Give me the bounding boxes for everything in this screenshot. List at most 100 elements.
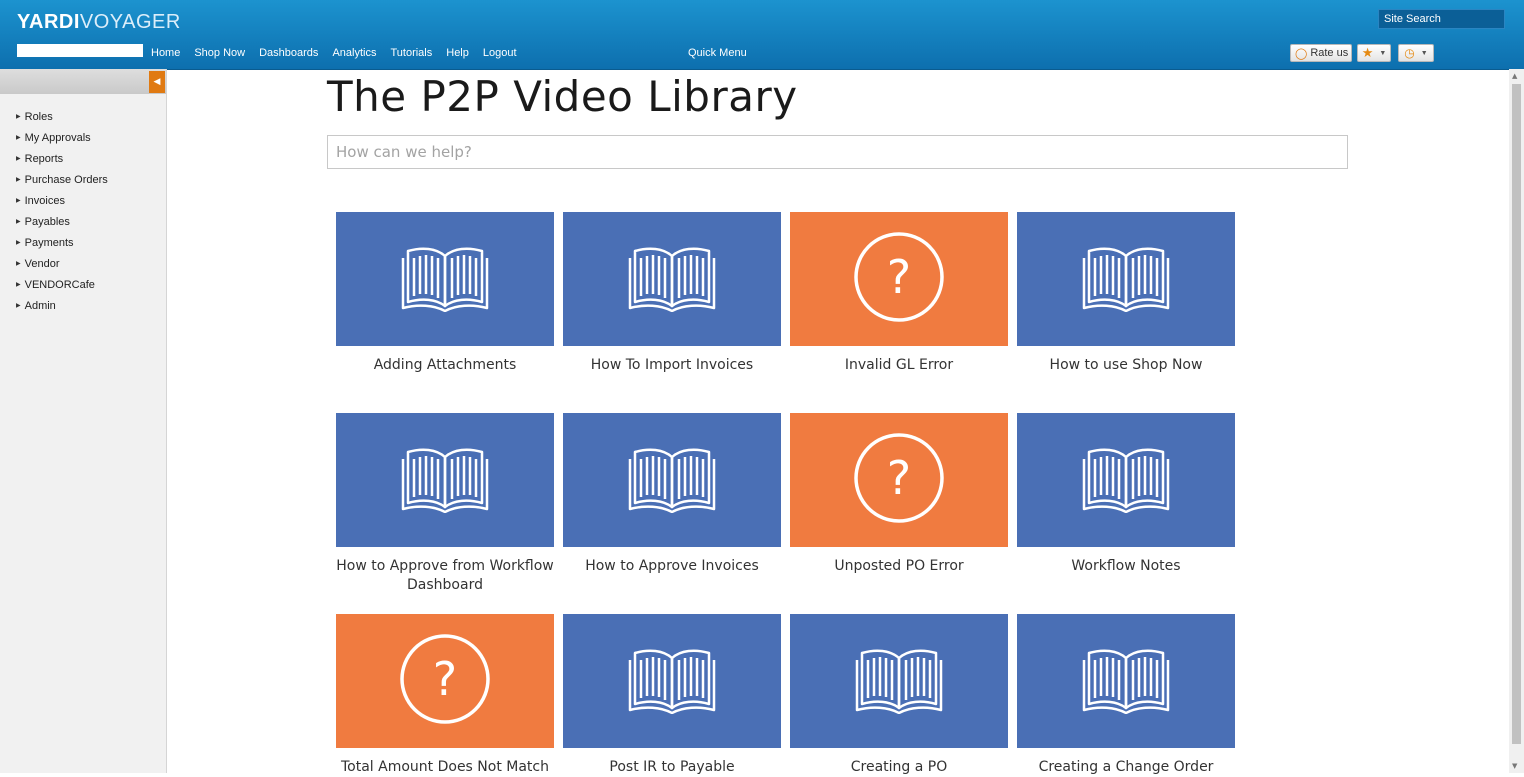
video-thumbnail[interactable] <box>1017 212 1235 346</box>
sidebar-item-purchase-orders[interactable]: ▶ Purchase Orders <box>16 174 108 195</box>
site-search-input[interactable]: Site Search <box>1378 9 1505 29</box>
nav-analytics[interactable]: Analytics <box>332 47 376 59</box>
video-thumbnail[interactable]: ? <box>790 413 1008 547</box>
video-card[interactable]: How to use Shop Now <box>1017 212 1235 375</box>
svg-text:?: ? <box>887 250 911 304</box>
video-card[interactable]: Creating a PO <box>790 614 1008 777</box>
video-thumbnail[interactable] <box>563 212 781 346</box>
video-card-title[interactable]: How to use Shop Now <box>1017 356 1235 375</box>
top-header: YARDIVOYAGER Home Shop Now Dashboards An… <box>0 0 1524 70</box>
chevron-down-icon: ▼ <box>1420 49 1428 57</box>
nav-tutorials[interactable]: Tutorials <box>390 47 432 59</box>
book-icon <box>1081 443 1171 517</box>
sidebar-item-my-approvals[interactable]: ▶ My Approvals <box>16 132 108 153</box>
video-thumbnail[interactable] <box>563 614 781 748</box>
favorites-button[interactable]: ★ ▼ <box>1357 44 1391 62</box>
video-card[interactable]: How To Import Invoices <box>563 212 781 375</box>
vertical-scrollbar[interactable]: ▲ ▼ <box>1509 69 1524 773</box>
video-card[interactable]: Post IR to Payable <box>563 614 781 777</box>
triangle-right-icon: ▶ <box>16 261 21 267</box>
help-search-input[interactable] <box>327 135 1348 169</box>
collapse-sidebar-button[interactable]: ◀ <box>149 71 165 93</box>
main-nav: Home Shop Now Dashboards Analytics Tutor… <box>151 47 531 59</box>
property-selector-input[interactable] <box>17 44 143 57</box>
video-card-title[interactable]: Invalid GL Error <box>790 356 1008 375</box>
chevron-left-icon: ◀ <box>153 77 161 87</box>
video-card-title[interactable]: Adding Attachments <box>336 356 554 375</box>
rate-us-label: Rate us <box>1310 47 1349 59</box>
book-icon <box>627 443 717 517</box>
book-icon <box>400 242 490 316</box>
video-card[interactable]: How to Approve from Workflow Dashboard <box>336 413 554 595</box>
rate-us-button[interactable]: ◯ Rate us <box>1290 44 1352 62</box>
video-card-title[interactable]: How To Import Invoices <box>563 356 781 375</box>
nav-home[interactable]: Home <box>151 47 180 59</box>
video-card[interactable]: ? Invalid GL Error <box>790 212 1008 375</box>
scrollbar-thumb[interactable] <box>1512 84 1521 744</box>
triangle-right-icon: ▶ <box>16 135 21 141</box>
video-card-title[interactable]: Total Amount Does Not Match <box>336 758 554 777</box>
video-thumbnail[interactable]: ? <box>790 212 1008 346</box>
clock-icon: ◷ <box>1404 46 1415 60</box>
page-title: The P2P Video Library <box>327 72 798 121</box>
sidebar-item-reports[interactable]: ▶ Reports <box>16 153 108 174</box>
nav-shop-now[interactable]: Shop Now <box>194 47 245 59</box>
nav-logout[interactable]: Logout <box>483 47 517 59</box>
video-card[interactable]: Workflow Notes <box>1017 413 1235 576</box>
svg-text:?: ? <box>433 652 457 706</box>
video-card-title[interactable]: How to Approve from Workflow Dashboard <box>336 557 554 595</box>
sidebar-header: ◀ <box>0 69 166 94</box>
sidebar-item-admin[interactable]: ▶ Admin <box>16 300 108 321</box>
sidebar-item-vendorcafe[interactable]: ▶ VENDORCafe <box>16 279 108 300</box>
star-icon: ★ <box>1361 45 1374 60</box>
triangle-right-icon: ▶ <box>16 177 21 183</box>
chat-bubble-icon: ◯ <box>1295 47 1308 60</box>
triangle-right-icon: ▶ <box>16 156 21 162</box>
sidebar-menu: ▶ Roles ▶ My Approvals ▶ Reports ▶ Purchase … <box>16 111 108 321</box>
sidebar-item-payables[interactable]: ▶ Payables <box>16 216 108 237</box>
video-thumbnail[interactable] <box>563 413 781 547</box>
sidebar-item-roles[interactable]: ▶ Roles <box>16 111 108 132</box>
book-icon <box>627 644 717 718</box>
sidebar: ◀ ▶ Roles ▶ My Approvals ▶ Reports ▶ Purchas… <box>0 69 167 773</box>
recent-history-button[interactable]: ◷ ▼ <box>1398 44 1434 62</box>
video-card[interactable]: ? Unposted PO Error <box>790 413 1008 576</box>
question-icon: ? <box>853 231 945 327</box>
sidebar-item-invoices[interactable]: ▶ Invoices <box>16 195 108 216</box>
nav-help[interactable]: Help <box>446 47 469 59</box>
nav-dashboards[interactable]: Dashboards <box>259 47 318 59</box>
video-card[interactable]: Creating a Change Order <box>1017 614 1235 777</box>
yardi-voyager-logo[interactable]: YARDIVOYAGER <box>17 11 181 34</box>
triangle-right-icon: ▶ <box>16 240 21 246</box>
scroll-up-arrow-icon[interactable]: ▲ <box>1512 72 1517 80</box>
video-thumbnail[interactable] <box>336 212 554 346</box>
triangle-right-icon: ▶ <box>16 219 21 225</box>
video-card-title[interactable]: Unposted PO Error <box>790 557 1008 576</box>
svg-text:?: ? <box>887 451 911 505</box>
book-icon <box>627 242 717 316</box>
sidebar-item-payments[interactable]: ▶ Payments <box>16 237 108 258</box>
question-icon: ? <box>853 432 945 528</box>
book-icon <box>854 644 944 718</box>
video-card[interactable]: ? Total Amount Does Not Match <box>336 614 554 777</box>
scroll-down-arrow-icon[interactable]: ▼ <box>1512 762 1517 770</box>
book-icon <box>1081 644 1171 718</box>
book-icon <box>400 443 490 517</box>
question-icon: ? <box>399 633 491 729</box>
sidebar-item-vendor[interactable]: ▶ Vendor <box>16 258 108 279</box>
video-card[interactable]: How to Approve Invoices <box>563 413 781 576</box>
video-card-title[interactable]: Creating a PO <box>790 758 1008 777</box>
triangle-right-icon: ▶ <box>16 198 21 204</box>
video-thumbnail[interactable] <box>1017 413 1235 547</box>
video-thumbnail[interactable] <box>790 614 1008 748</box>
video-card-title[interactable]: Creating a Change Order <box>1017 758 1235 777</box>
video-card-title[interactable]: Workflow Notes <box>1017 557 1235 576</box>
quick-menu[interactable]: Quick Menu <box>688 47 747 59</box>
video-card-title[interactable]: Post IR to Payable <box>563 758 781 777</box>
video-card-title[interactable]: How to Approve Invoices <box>563 557 781 576</box>
video-thumbnail[interactable] <box>336 413 554 547</box>
video-thumbnail[interactable]: ? <box>336 614 554 748</box>
video-thumbnail[interactable] <box>1017 614 1235 748</box>
video-card[interactable]: Adding Attachments <box>336 212 554 375</box>
triangle-right-icon: ▶ <box>16 303 21 309</box>
